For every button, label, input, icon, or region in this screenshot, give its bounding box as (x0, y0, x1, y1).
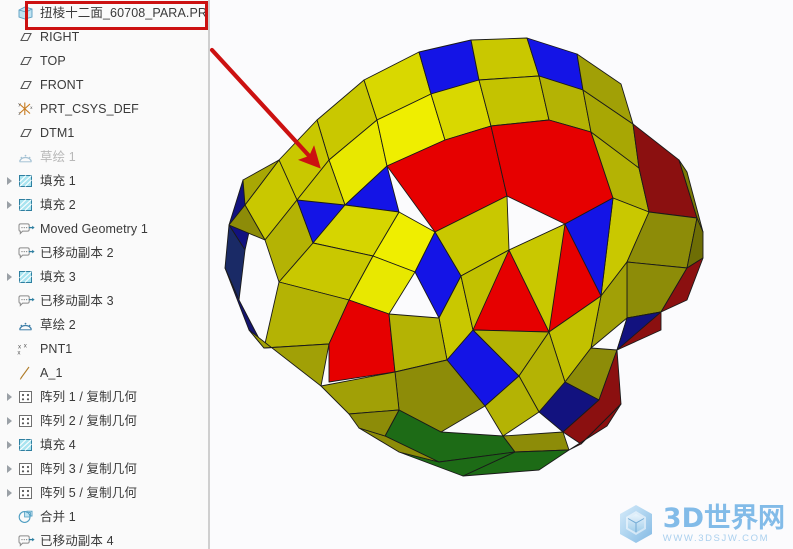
expand-toggle-icon[interactable] (2, 385, 16, 409)
model-tree-panel[interactable]: 扭棱十二面_60708_PARA.PRT RIGHT TOP FRONT y z x PRT_… (0, 0, 209, 549)
tree-row[interactable]: 阵列 2 / 复制几何 (0, 409, 209, 433)
tree-row[interactable]: RIGHT (0, 25, 209, 49)
tree-item-label: PNT1 (40, 342, 73, 356)
pattern-icon (16, 412, 35, 430)
panel-splitter[interactable] (208, 0, 210, 549)
cad-application-window: 扭棱十二面_60708_PARA.PRT RIGHT TOP FRONT y z x PRT_… (0, 0, 793, 549)
svg-text:x: x (30, 105, 33, 110)
tree-item-label: 填充 4 (40, 438, 76, 452)
tree-item-label: 扭棱十二面_60708_PARA.PRT (40, 6, 209, 20)
tree-item-label: TOP (40, 54, 66, 68)
model-tree-list[interactable]: 扭棱十二面_60708_PARA.PRT RIGHT TOP FRONT y z x PRT_… (0, 0, 209, 549)
tree-item-label: A_1 (40, 366, 63, 380)
moved-copy-icon (16, 244, 35, 262)
tree-row[interactable]: 草绘 1 (0, 145, 209, 169)
datum-plane-icon (16, 124, 35, 142)
tree-item-label: DTM1 (40, 126, 75, 140)
fill-icon (16, 172, 35, 190)
tree-item-label: 阵列 1 / 复制几何 (40, 390, 137, 404)
datum-point-icon: xxx (16, 340, 35, 358)
tree-item-label: 阵列 3 / 复制几何 (40, 462, 137, 476)
expand-toggle-icon[interactable] (2, 481, 16, 505)
tree-row[interactable]: 已移动副本 3 (0, 289, 209, 313)
tree-item-label: 填充 3 (40, 270, 76, 284)
tree-item-label: RIGHT (40, 30, 80, 44)
snub-dodecahedron-model[interactable] (209, 0, 793, 549)
tree-row[interactable]: Moved Geometry 1 (0, 217, 209, 241)
cube-logo-icon (619, 505, 652, 543)
fill-icon (16, 268, 35, 286)
tree-row[interactable]: y z x PRT_CSYS_DEF (0, 97, 209, 121)
pattern-icon (16, 460, 35, 478)
tree-row[interactable]: 填充 2 (0, 193, 209, 217)
tree-item-label: 合并 1 (40, 510, 76, 524)
tree-item-label: 已移动副本 2 (40, 246, 114, 260)
moved-copy-icon (16, 220, 35, 238)
tree-row[interactable]: 阵列 5 / 复制几何 (0, 481, 209, 505)
tree-row[interactable]: 已移动副本 4 (0, 529, 209, 549)
tree-row[interactable]: 阵列 1 / 复制几何 (0, 385, 209, 409)
tree-row[interactable]: 填充 1 (0, 169, 209, 193)
datum-plane-icon (16, 76, 35, 94)
tree-row[interactable]: TOP (0, 49, 209, 73)
graphics-viewport[interactable] (209, 0, 793, 549)
tree-row[interactable]: x x x PNT1 (0, 337, 209, 361)
sketch-icon (16, 316, 35, 334)
tree-row[interactable]: 阵列 3 / 复制几何 (0, 457, 209, 481)
tree-item-label: PRT_CSYS_DEF (40, 102, 139, 116)
expand-toggle-icon[interactable] (2, 169, 16, 193)
tree-row[interactable]: 填充 3 (0, 265, 209, 289)
expand-toggle-icon[interactable] (2, 265, 16, 289)
tree-row[interactable]: 填充 4 (0, 433, 209, 457)
expand-toggle-icon[interactable] (2, 433, 16, 457)
moved-copy-icon (16, 292, 35, 310)
tree-item-label: 填充 1 (40, 174, 76, 188)
tree-item-label: 阵列 5 / 复制几何 (40, 486, 137, 500)
tree-item-label: Moved Geometry 1 (40, 222, 148, 236)
site-watermark: 3D世界网 WWW.3DSJW.COM (615, 503, 785, 545)
tree-row[interactable]: FRONT (0, 73, 209, 97)
tree-item-label: 草绘 1 (40, 150, 76, 164)
tree-item-label: 阵列 2 / 复制几何 (40, 414, 137, 428)
expand-toggle-icon[interactable] (2, 409, 16, 433)
datum-plane-icon (16, 28, 35, 46)
fill-icon (16, 436, 35, 454)
svg-text:x: x (24, 342, 28, 349)
sketch-icon (16, 148, 35, 166)
coordinate-system-icon: yzx (16, 100, 35, 118)
merge-icon (16, 508, 35, 526)
expand-toggle-icon[interactable] (2, 457, 16, 481)
tree-item-label: 填充 2 (40, 198, 76, 212)
watermark-url: WWW.3DSJW.COM (662, 532, 770, 544)
datum-plane-icon (16, 52, 35, 70)
tree-item-label: 已移动副本 4 (40, 534, 114, 548)
tree-item-label: 草绘 2 (40, 318, 76, 332)
watermark-title: 3D世界网 (662, 502, 785, 534)
tree-row[interactable]: 草绘 2 (0, 313, 209, 337)
tree-row[interactable]: 扭棱十二面_60708_PARA.PRT (0, 1, 209, 25)
fill-icon (16, 196, 35, 214)
tree-item-label: 已移动副本 3 (40, 294, 114, 308)
tree-row[interactable]: A_1 (0, 361, 209, 385)
expand-toggle-icon[interactable] (2, 193, 16, 217)
tree-row[interactable]: 合并 1 (0, 505, 209, 529)
tree-item-label: FRONT (40, 78, 84, 92)
pattern-icon (16, 484, 35, 502)
tree-row[interactable]: DTM1 (0, 121, 209, 145)
pattern-icon (16, 388, 35, 406)
svg-text:z: z (18, 111, 20, 116)
part-icon (16, 4, 35, 22)
moved-copy-icon (16, 532, 35, 549)
tree-row[interactable]: 已移动副本 2 (0, 241, 209, 265)
datum-axis-icon (16, 364, 35, 382)
